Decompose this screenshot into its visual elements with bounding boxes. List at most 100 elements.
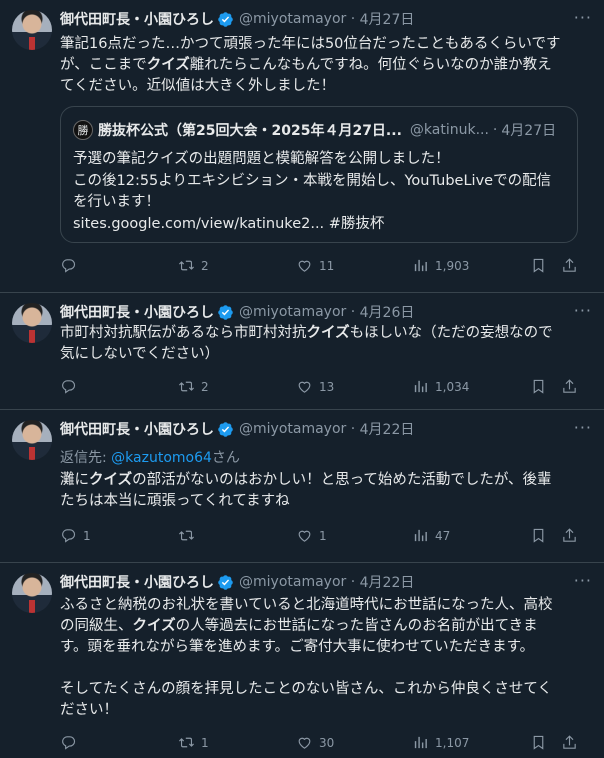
quoted-avatar[interactable]: 勝 [73, 120, 93, 140]
retweet-button[interactable]: 1 [178, 734, 209, 751]
text-segment: たちは本当に頑張ってくれてますね [60, 493, 290, 509]
reply-button[interactable] [60, 734, 83, 751]
author-handle[interactable]: @miyotamayor [239, 421, 346, 437]
retweet-button[interactable]: 2 [178, 257, 209, 274]
author-name[interactable]: 御代田町長・小園ひろし [60, 419, 214, 439]
reply-to-user-link[interactable]: @kazutomo64 [111, 450, 212, 466]
avatar[interactable] [12, 10, 52, 50]
more-icon[interactable]: ··· [574, 8, 592, 27]
text-line: てください。近似値は大きく外しました！ [60, 76, 592, 97]
more-icon[interactable]: ··· [574, 301, 592, 320]
verified-badge-icon [217, 11, 234, 28]
views-count: 1,903 [435, 258, 470, 273]
tweet-date[interactable]: 4月26日 [360, 302, 415, 322]
quoted-tweet-text: 予選の筆記クイズの出題問題と模範解答を公開しました！ この後12:55よりエキシ… [73, 149, 565, 235]
text-segment: 離れたらこんなもんですね。何位ぐらいなのか誰か教え [189, 57, 552, 73]
avatar[interactable] [12, 303, 52, 343]
separator: · [346, 574, 360, 590]
views-button[interactable]: 47 [412, 527, 450, 544]
text-line: 市町村対抗駅伝があるなら市町村対抗クイズもほしいな（ただの妄想なので [60, 323, 592, 344]
like-button[interactable]: 1 [296, 527, 327, 544]
author-name[interactable]: 御代田町長・小園ひろし [60, 9, 214, 29]
tweet-date[interactable]: 4月22日 [360, 572, 415, 592]
like-button[interactable]: 11 [296, 257, 334, 274]
author-handle[interactable]: @miyotamayor [239, 574, 346, 590]
tweet[interactable]: 御代田町長・小園ひろし @miyotamayor · 4月27日 ··· 筆記1… [0, 0, 604, 293]
separator: · [346, 421, 360, 437]
reply-icon [60, 527, 83, 544]
views-icon [412, 527, 435, 544]
bookmark-button[interactable] [530, 257, 553, 274]
share-button[interactable] [561, 734, 584, 751]
text-line: の同級生、クイズの人等過去にお世話になった皆さんのお名前が出てきま [60, 616, 592, 637]
timeline-feed: 御代田町長・小園ひろし @miyotamayor · 4月27日 ··· 筆記1… [0, 0, 604, 758]
text-segment: 灘に [60, 472, 89, 488]
retweet-button[interactable]: 2 [178, 378, 209, 395]
quoted-tweet-header: 勝 勝抜杯公式（第25回大会・2025年４月27日... @katinuk...… [73, 119, 567, 141]
tweet-header: 御代田町長・小園ひろし @miyotamayor · 4月22日 ··· [60, 418, 592, 440]
retweet-icon [178, 378, 201, 395]
bookmark-button[interactable] [530, 734, 553, 751]
text-line: たちは本当に頑張ってくれてますね [60, 491, 592, 512]
bookmark-button[interactable] [530, 527, 553, 544]
likes-count: 30 [319, 735, 335, 750]
tweet-header: 御代田町長・小園ひろし @miyotamayor · 4月22日 ··· [60, 571, 592, 593]
author-handle[interactable]: @miyotamayor [239, 11, 346, 27]
reply-button[interactable] [60, 378, 83, 395]
more-icon[interactable]: ··· [574, 571, 592, 590]
views-button[interactable]: 1,903 [412, 257, 469, 274]
retweets-count: 1 [201, 735, 209, 750]
views-icon [412, 734, 435, 751]
author-handle[interactable]: @miyotamayor [239, 304, 346, 320]
reply-button[interactable]: 1 [60, 527, 91, 544]
action-bar: 1 30 1,107 [60, 734, 590, 754]
views-count: 47 [435, 528, 451, 543]
retweet-button[interactable] [178, 527, 201, 544]
share-button[interactable] [561, 378, 584, 395]
tweet[interactable]: 御代田町長・小園ひろし @miyotamayor · 4月26日 ··· 市町村… [0, 293, 604, 410]
verified-badge-icon [217, 304, 234, 321]
reply-suffix: さん [211, 450, 240, 466]
text-segment: 気にしないでください） [60, 346, 220, 362]
views-button[interactable]: 1,034 [412, 378, 469, 395]
tweet-date[interactable]: 4月27日 [360, 9, 415, 29]
more-icon[interactable]: ··· [574, 418, 592, 437]
quoted-tweet[interactable]: 勝 勝抜杯公式（第25回大会・2025年４月27日... @katinuk...… [60, 106, 578, 243]
like-button[interactable]: 30 [296, 734, 334, 751]
tweet-header: 御代田町長・小園ひろし @miyotamayor · 4月26日 ··· [60, 301, 592, 323]
quoted-author-handle[interactable]: @katinuk... [410, 122, 489, 138]
bookmark-button[interactable] [530, 378, 553, 395]
quoted-date[interactable]: 4月27日 [501, 120, 556, 140]
like-icon [296, 734, 319, 751]
text-segment: の部活がないのはおかしい！と思って始めた活動でしたが、後輩 [132, 472, 552, 488]
reply-icon [60, 734, 83, 751]
action-bar: 2 11 1,903 [60, 257, 590, 277]
avatar[interactable] [12, 573, 52, 613]
avatar[interactable] [12, 420, 52, 460]
share-button[interactable] [561, 257, 584, 274]
views-icon [412, 378, 435, 395]
bookmark-icon [530, 734, 553, 751]
tweet[interactable]: 御代田町長・小園ひろし @miyotamayor · 4月22日 ··· 返信先… [0, 410, 604, 563]
share-button[interactable] [561, 527, 584, 544]
reply-button[interactable] [60, 257, 83, 274]
highlighted-keyword: クイズ [132, 618, 176, 634]
bookmark-icon [530, 378, 553, 395]
quoted-link[interactable]: sites.google.com/view/katinuke2... #勝抜杯 [73, 214, 565, 236]
tweet[interactable]: 御代田町長・小園ひろし @miyotamayor · 4月22日 ··· ふるさ… [0, 563, 604, 758]
views-button[interactable]: 1,107 [412, 734, 469, 751]
like-button[interactable]: 13 [296, 378, 334, 395]
tweet-date[interactable]: 4月22日 [360, 419, 415, 439]
views-icon [412, 257, 435, 274]
verified-badge-icon [217, 574, 234, 591]
author-name[interactable]: 御代田町長・小園ひろし [60, 572, 214, 592]
likes-count: 1 [319, 528, 327, 543]
highlighted-keyword: クイズ [146, 57, 190, 73]
text-segment: が、ここまで [60, 57, 147, 73]
quoted-author-name[interactable]: 勝抜杯公式（第25回大会・2025年４月27日... [98, 120, 402, 140]
text-line: 筆記16点だった…かつて頑張った年には50位台だったこともあるくらいです [60, 34, 592, 55]
text-line [60, 658, 592, 679]
author-name[interactable]: 御代田町長・小園ひろし [60, 302, 214, 322]
views-count: 1,107 [435, 735, 470, 750]
bookmark-icon [530, 257, 553, 274]
